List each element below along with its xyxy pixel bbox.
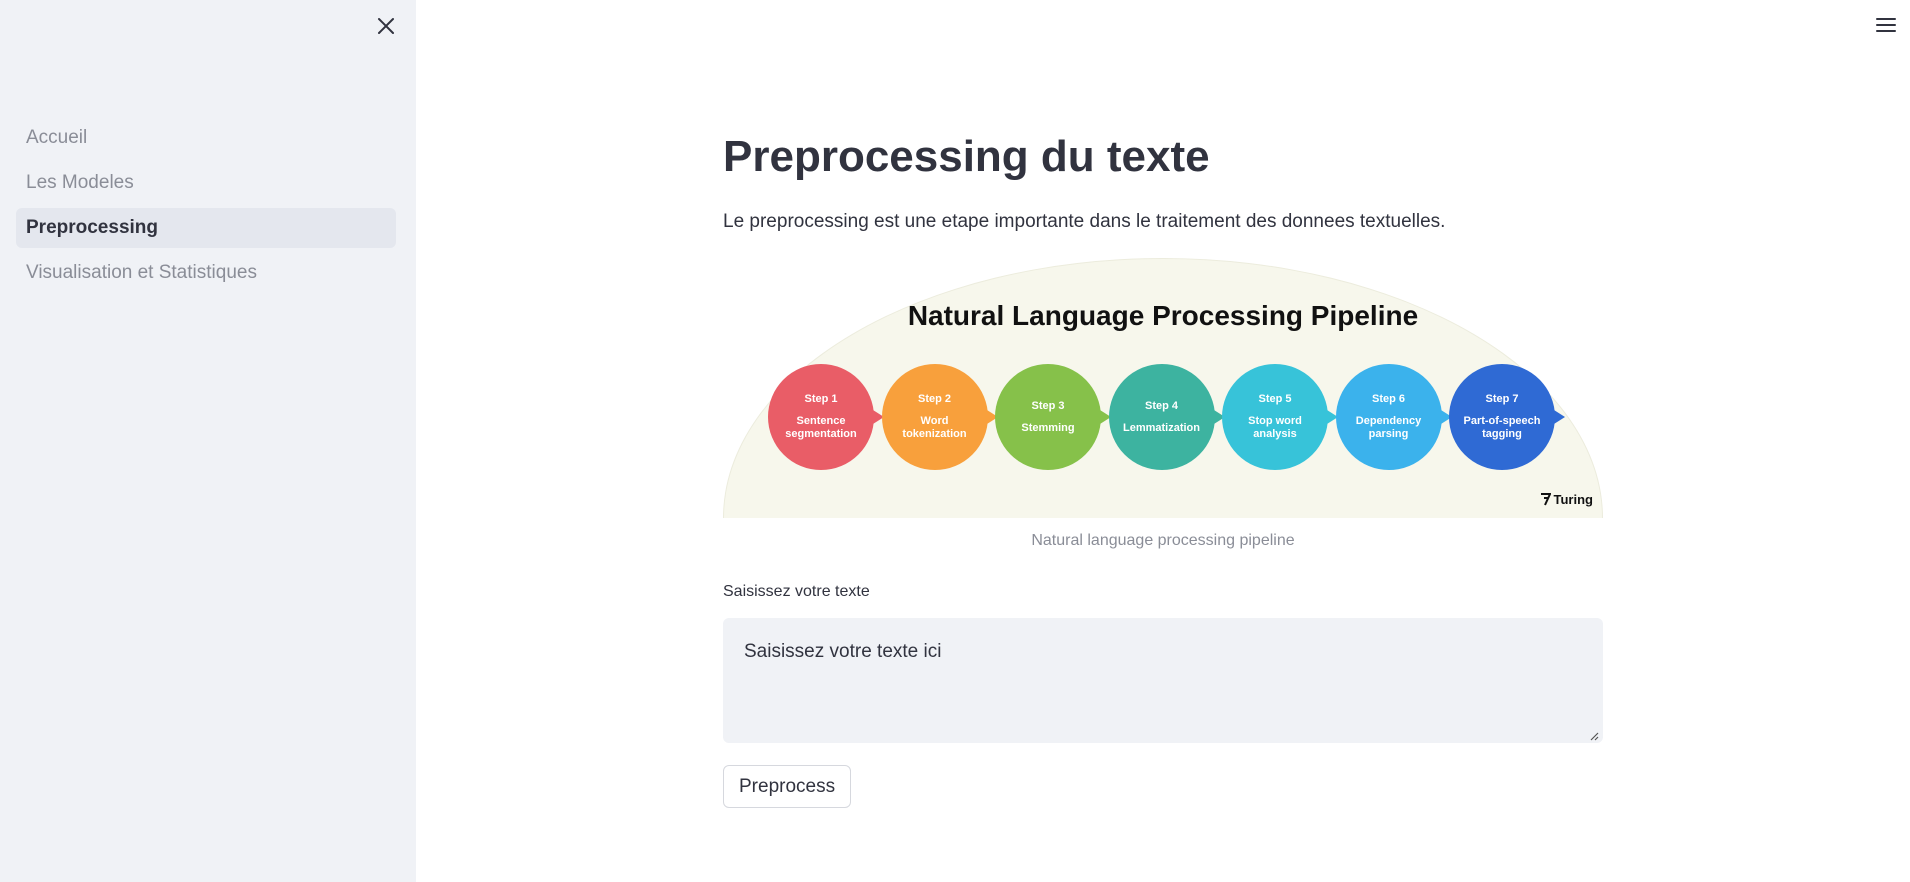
pipeline-step: Step 6 Dependency parsing <box>1335 364 1452 470</box>
pipeline-step: Step 7 Part-of-speech tagging <box>1449 364 1565 470</box>
pipeline-step: Step 4 Lemmatization <box>1108 364 1225 470</box>
pipeline-step: Step 2 Word tokenization <box>881 364 998 470</box>
sidebar-item-label: Preprocessing <box>26 217 158 238</box>
text-input-label: Saisissez votre texte <box>723 583 870 600</box>
step-label: Stop word analysis <box>1248 415 1302 440</box>
preprocess-button[interactable]: Preprocess <box>723 765 852 808</box>
step-number: Step 1 <box>804 393 838 405</box>
sidebar: Accueil Les Modeles Preprocessing Visual… <box>0 0 416 882</box>
image-caption: Natural language processing pipeline <box>1031 532 1295 549</box>
sidebar-item-label: Accueil <box>26 127 88 148</box>
step-number: Step 4 <box>1144 399 1178 412</box>
step-label: Word tokenization <box>902 415 967 440</box>
step-label: Lemmatization <box>1122 421 1200 434</box>
turing-mark-icon <box>1540 493 1551 506</box>
pipeline-step: Step 1 Sentence segmentation <box>768 364 884 470</box>
sidebar-item-visualisation[interactable]: Visualisation et Statistiques <box>16 253 396 293</box>
pipeline-title: Natural Language Processing Pipeline <box>907 300 1419 331</box>
step-label: Part-of-speech tagging <box>1463 415 1541 440</box>
sidebar-item-les-modeles[interactable]: Les Modeles <box>16 163 396 203</box>
close-icon[interactable] <box>372 12 400 40</box>
intro-text: Le preprocessing est une etape important… <box>723 211 1446 232</box>
sidebar-item-accueil[interactable]: Accueil <box>16 118 396 158</box>
hamburger-menu-icon[interactable] <box>1872 12 1900 38</box>
text-input[interactable] <box>723 618 1603 743</box>
step-number: Step 5 <box>1258 393 1292 405</box>
step-number: Step 2 <box>917 393 951 405</box>
pipeline-step: Step 5 Stop word analysis <box>1222 364 1338 470</box>
pipeline-image: Natural Language Processing Pipeline Ste… <box>723 258 1603 518</box>
page-title: Preprocessing du texte <box>723 132 1210 181</box>
turing-logo: Turing <box>1540 492 1593 507</box>
sidebar-item-label: Visualisation et Statistiques <box>26 262 257 283</box>
step-number: Step 6 <box>1371 393 1405 405</box>
resize-handle-icon[interactable] <box>1589 731 1599 741</box>
sidebar-item-preprocessing[interactable]: Preprocessing <box>16 208 396 248</box>
sidebar-item-label: Les Modeles <box>26 172 134 193</box>
pipeline-step: Step 3 Stemming <box>995 364 1111 470</box>
turing-brand: Turing <box>1553 492 1593 507</box>
step-label: Sentence segmentation <box>785 415 857 440</box>
step-number: Step 3 <box>1031 399 1065 412</box>
step-label: Stemming <box>1021 421 1075 434</box>
sidebar-nav: Accueil Les Modeles Preprocessing Visual… <box>16 118 396 298</box>
step-number: Step 7 <box>1485 393 1519 405</box>
pipeline-steps: Step 1 Sentence segmentation Step 2 Word to… <box>768 364 1568 470</box>
step-label: Dependency parsing <box>1355 415 1422 440</box>
